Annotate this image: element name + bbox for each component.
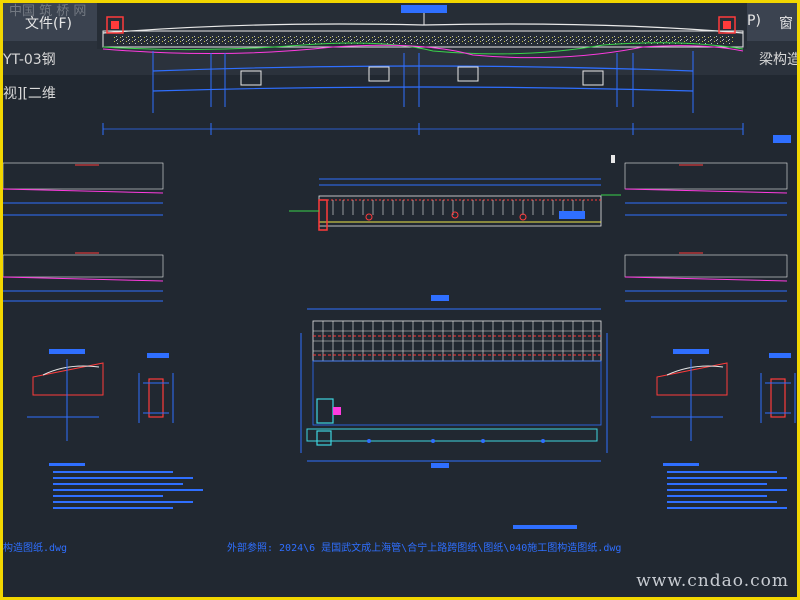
left-bearing-detail [27,349,174,441]
girder-elevation-view [289,155,621,231]
cad-window: 文件(F) P) 窗 YT-03钢 梁构造图 视][二维 [3,3,797,597]
left-notes-block [49,463,203,509]
status-xref-path: 外部参照: 2024\6 是国武文成上海管\合宁上路跨图纸\图纸\040施工图构… [227,543,622,554]
right-notes-block [663,463,787,509]
watermark-top: 中国 筑 桥 网 [9,4,87,19]
deck-plan-grid [300,295,608,468]
watermark-bottom: www.cndao.com [636,571,789,591]
top-elevation-view [97,3,791,143]
status-left-file: 构造图纸.dwg [3,543,68,554]
xref-status-line: 构造图纸.dwg 外部参照: 2024\6 是国武文成上海管\合宁上路跨图纸\图… [3,539,797,557]
left-section-views [3,162,164,302]
right-section-views [624,162,788,302]
drawing-canvas[interactable] [3,3,797,597]
right-bearing-detail [651,349,796,441]
title-block-label [513,525,577,529]
